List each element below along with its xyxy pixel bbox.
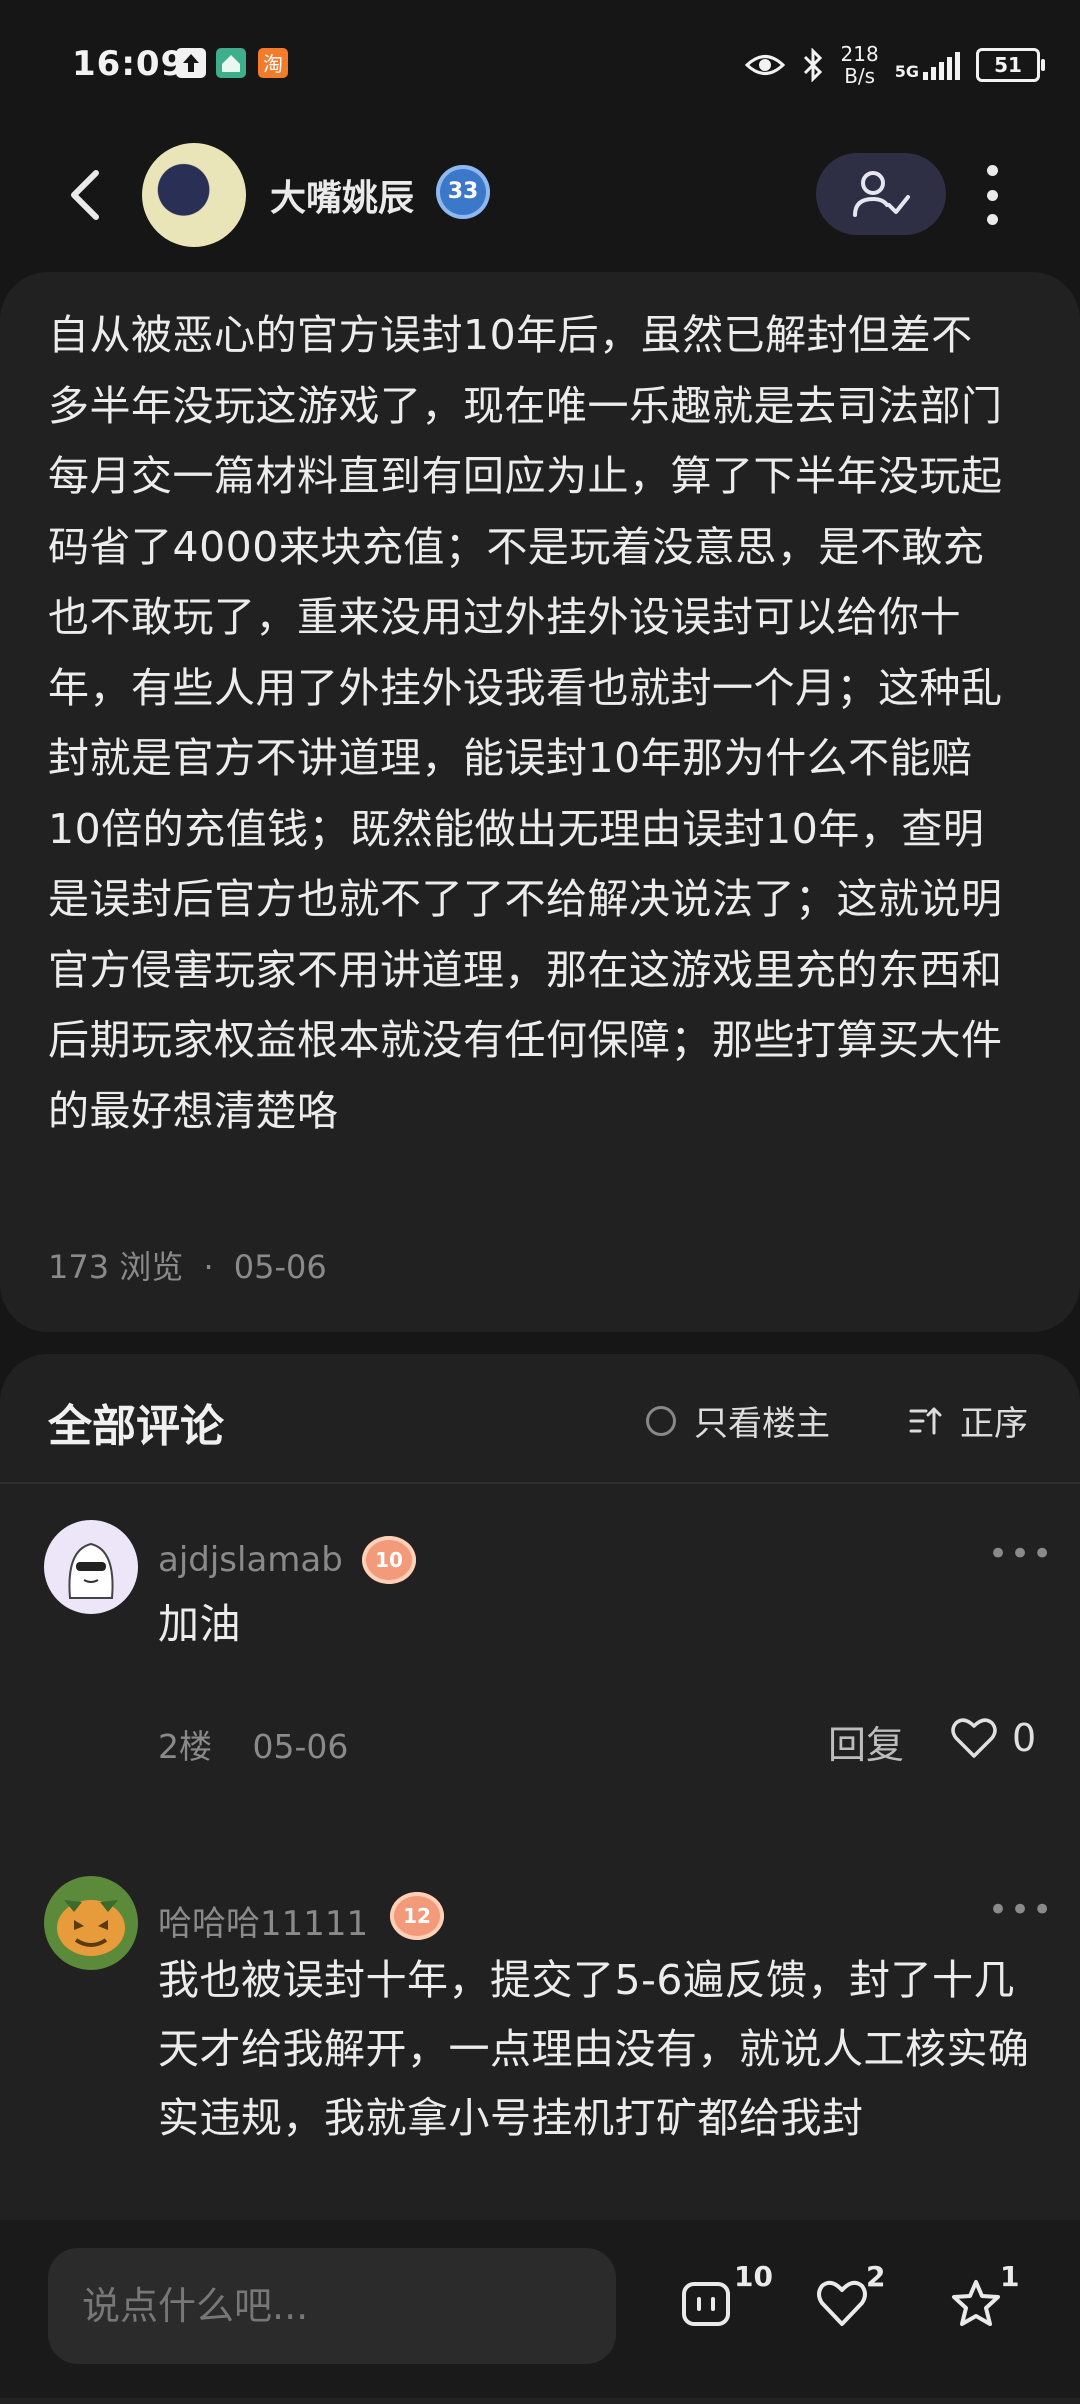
upload-notification-icon (176, 48, 206, 78)
post-header: 大嘴姚辰 33 (0, 135, 1080, 255)
post-meta: 173 浏览 · 05-06 (48, 1242, 327, 1288)
taobao-notification-icon: 淘 (258, 48, 288, 78)
network-speed-unit: B/s (844, 64, 876, 88)
network-speed: 218 B/s (841, 43, 879, 87)
radio-icon (646, 1405, 676, 1436)
divider (0, 1482, 1080, 1484)
comment-meta: 2楼 05-06 (158, 1720, 348, 1768)
comment-more-button[interactable]: ••• (988, 1890, 1054, 1930)
bottom-action-bar: 说点什么吧... 10 2 1 (0, 2220, 1080, 2398)
dot-icon (986, 165, 998, 176)
comment-like-count: 0 (1012, 1716, 1037, 1760)
heart-icon (951, 1718, 997, 1758)
comment-icon (682, 2282, 730, 2326)
svg-text:淘: 淘 (263, 52, 283, 76)
comments-title: 全部评论 (48, 1401, 224, 1452)
like-count: 2 (866, 2260, 886, 2293)
comment-count-button[interactable]: 10 (680, 2260, 790, 2350)
network-speed-value: 218 (840, 42, 879, 66)
favorite-button[interactable]: 1 (950, 2260, 1060, 2350)
commenter-level-badge: 12 (390, 1892, 444, 1940)
post-body: 自从被恶心的官方误封10年后，虽然已解封但差不多半年没玩这游戏了，现在唯一乐趣就… (48, 311, 1003, 1135)
commenter-name[interactable]: 哈哈哈11111 (158, 1896, 368, 1945)
star-icon (952, 2280, 1000, 2326)
back-button[interactable] (56, 163, 116, 227)
battery-icon: 51 (976, 48, 1045, 82)
more-options-button[interactable] (972, 159, 1012, 231)
commenter-name[interactable]: ajdjslamab (158, 1540, 343, 1580)
follow-button[interactable] (816, 153, 946, 235)
cellular-group: 5G (895, 50, 960, 80)
comment-more-button[interactable]: ••• (988, 1534, 1054, 1574)
like-button[interactable]: 2 (816, 2260, 926, 2350)
user-check-icon (853, 171, 910, 217)
reply-button[interactable]: 回复 (828, 1714, 904, 1769)
status-time: 16:09 (72, 44, 186, 84)
back-arrow-icon (71, 170, 99, 220)
dot-icon (986, 189, 998, 201)
commenter-level-badge: 10 (362, 1536, 416, 1584)
post-date: 05-06 (233, 1248, 327, 1286)
bluetooth-icon (803, 48, 822, 82)
comment-date: 05-06 (252, 1727, 349, 1766)
heart-icon (817, 2280, 867, 2326)
eye-icon (744, 55, 785, 75)
comment-input[interactable]: 说点什么吧... (48, 2248, 616, 2364)
comment-count: 10 (734, 2260, 773, 2293)
dot-icon (986, 214, 998, 225)
only-op-toggle[interactable]: 只看楼主 (646, 1396, 830, 1445)
commenter-avatar[interactable] (44, 1876, 138, 1970)
sort-toggle[interactable]: 正序 (908, 1396, 1028, 1445)
comment-floor: 2楼 (158, 1727, 212, 1766)
sort-label: 正序 (960, 1404, 1028, 1444)
sort-icon (909, 1407, 942, 1434)
author-name[interactable]: 大嘴姚辰 (270, 169, 414, 221)
author-avatar[interactable] (142, 143, 246, 247)
signal-icon (923, 50, 960, 80)
comment-like-button[interactable]: 0 (950, 1716, 1036, 1760)
post-card: 自从被恶心的官方误封10年后，虽然已解封但差不多半年没玩这游戏了，现在唯一乐趣就… (0, 272, 1080, 1332)
comment-text: 我也被误封十年，提交了5-6遍反馈，封了十几天才给我解开，一点理由没有，就说人工… (158, 1956, 1030, 2142)
favorite-count: 1 (1000, 2260, 1020, 2293)
home-app-notification-icon (216, 48, 246, 78)
post-views: 173 浏览 (48, 1248, 184, 1286)
comment-text: 加油 (158, 1600, 241, 1648)
status-right-group: 218 B/s 5G 51 (744, 40, 1045, 90)
author-level-badge: 33 (436, 165, 490, 219)
commenter-avatar[interactable] (44, 1520, 138, 1614)
network-type: 5G (894, 62, 919, 81)
status-bar: 16:09 淘 218 B/s 5G 51 (0, 0, 1080, 130)
meta-separator: · (203, 1248, 214, 1286)
only-op-label: 只看楼主 (694, 1404, 830, 1444)
